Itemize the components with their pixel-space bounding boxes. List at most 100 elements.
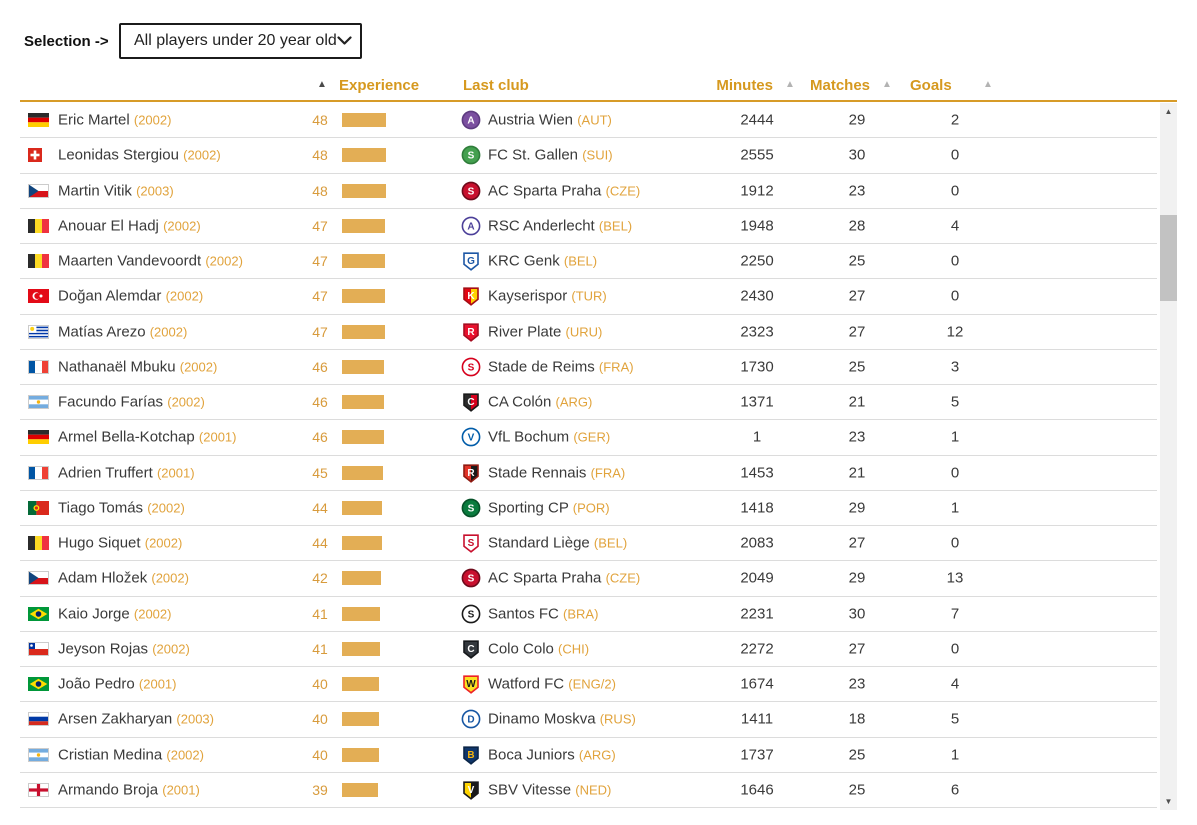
column-header-minutes[interactable]: Minutes <box>712 77 773 94</box>
player-row[interactable]: Nathanaël Mbuku (2002) 46 S Stade de Rei… <box>20 350 1157 385</box>
player-name-cell: Jeyson Rojas (2002) <box>58 640 190 657</box>
experience-value: 46 <box>312 358 328 375</box>
flag-icon <box>28 218 50 233</box>
player-row[interactable]: Adam Hložek (2002) 42 S AC Sparta Praha … <box>20 561 1157 597</box>
player-name: Matías Arezo <box>58 323 146 341</box>
player-row[interactable]: João Pedro (2001) 40 W Watford FC (ENG/2… <box>20 667 1157 703</box>
player-row[interactable]: Maarten Vandevoordt (2002) 47 G KRC Genk… <box>20 244 1157 280</box>
player-row[interactable]: Cristian Medina (2002) 40 B Boca Juniors… <box>20 738 1157 773</box>
player-row[interactable]: Eric Martel (2002) 48 A Austria Wien (AU… <box>20 103 1157 139</box>
player-row[interactable]: Facundo Farías (2002) 46 C CA Colón (ARG… <box>20 385 1157 421</box>
experience-bar <box>342 500 382 515</box>
flag-icon <box>28 324 50 339</box>
player-row[interactable]: Armando Broja (2001) 39 V SBV Vitesse (N… <box>20 773 1157 808</box>
club-name: Stade Rennais <box>488 464 587 482</box>
sort-arrow-minutes-icon[interactable]: ▲ <box>783 79 797 90</box>
column-header-experience[interactable]: Experience <box>339 77 419 94</box>
experience-bar <box>342 782 378 797</box>
player-row[interactable]: Tiago Tomás (2002) 44 S Sporting CP (POR… <box>20 491 1157 526</box>
player-row[interactable]: Anouar El Hadj (2002) 47 A RSC Anderlech… <box>20 209 1157 244</box>
sort-arrow-goals-icon[interactable]: ▲ <box>981 79 995 90</box>
player-row[interactable]: Kaio Jorge (2002) 41 S Santos FC (BRA) 2… <box>20 597 1157 632</box>
player-name-cell: Hugo Siquet (2002) <box>58 535 182 552</box>
experience-value: 41 <box>312 605 328 622</box>
experience-bar <box>342 536 382 551</box>
player-birth-year: (2001) <box>138 676 177 692</box>
club-cell: Dinamo Moskva (RUS) <box>488 711 636 728</box>
club-cell: Santos FC (BRA) <box>488 605 598 622</box>
club-name: Standard Liège <box>488 534 590 552</box>
player-name-cell: Armel Bella-Kotchap (2001) <box>58 429 236 446</box>
player-name-cell: Cristian Medina (2002) <box>58 746 204 763</box>
player-birth-year: (2002) <box>167 394 205 410</box>
player-name-cell: Maarten Vandevoordt (2002) <box>58 253 243 270</box>
player-row[interactable]: Martin Vitik (2003) 48 S AC Sparta Praha… <box>20 174 1157 209</box>
player-row[interactable]: Hugo Siquet (2002) 44 S Standard Liège (… <box>20 526 1157 562</box>
experience-bar <box>342 289 385 304</box>
club-country-code: (AUT) <box>577 112 612 128</box>
matches-value: 25 <box>848 746 866 764</box>
flag-icon <box>28 712 50 727</box>
club-cell: AC Sparta Praha (CZE) <box>488 182 640 199</box>
player-name: Adrien Truffert <box>58 464 153 482</box>
player-name: Eric Martel <box>58 111 130 129</box>
experience-bar <box>342 254 385 269</box>
player-selection-dropdown[interactable]: All players under 20 year old <box>119 23 362 59</box>
flag-icon <box>28 500 50 515</box>
player-row[interactable]: Matías Arezo (2002) 47 R River Plate (UR… <box>20 315 1157 350</box>
club-country-code: (ARG) <box>555 394 593 410</box>
player-row[interactable]: Jeyson Rojas (2002) 41 C Colo Colo (CHI)… <box>20 632 1157 667</box>
club-cell: AC Sparta Praha (CZE) <box>488 570 640 587</box>
experience-bar <box>342 571 381 586</box>
experience-bar <box>342 677 379 692</box>
players-stats-page: Selection -> All players under 20 year o… <box>0 0 1197 825</box>
flag-icon <box>28 395 50 410</box>
column-header-last-club[interactable]: Last club <box>463 77 529 94</box>
minutes-value: 2049 <box>740 569 774 587</box>
experience-value: 40 <box>312 746 328 763</box>
matches-value: 23 <box>848 675 866 693</box>
column-header-goals[interactable]: Goals <box>910 77 952 94</box>
player-name-cell: Armando Broja (2001) <box>58 781 200 798</box>
player-row[interactable]: Arsen Zakharyan (2003) 40 D Dinamo Moskv… <box>20 702 1157 738</box>
svg-text:C: C <box>467 397 474 408</box>
player-name: Maarten Vandevoordt <box>58 252 202 270</box>
player-row[interactable]: Armel Bella-Kotchap (2001) 46 V VfL Boch… <box>20 420 1157 456</box>
svg-text:B: B <box>467 749 474 760</box>
sort-arrow-matches-icon[interactable]: ▲ <box>880 79 894 90</box>
scrollbar-thumb[interactable] <box>1160 215 1177 301</box>
player-row[interactable]: Leonidas Stergiou (2002) 48 S FC St. Gal… <box>20 138 1157 174</box>
experience-value: 47 <box>312 217 328 234</box>
club-logo-icon: V <box>460 780 482 800</box>
minutes-value: 1411 <box>740 710 774 728</box>
vertical-scrollbar[interactable]: ▲ ▼ <box>1160 103 1177 810</box>
player-name: Cristian Medina <box>58 746 163 764</box>
experience-value: 45 <box>312 464 328 481</box>
column-header-matches[interactable]: Matches <box>810 77 870 94</box>
flag-icon <box>28 677 50 692</box>
club-logo-icon: S <box>460 357 482 377</box>
player-row[interactable]: Adrien Truffert (2001) 45 R Stade Rennai… <box>20 456 1157 491</box>
club-logo-icon: A <box>460 110 482 130</box>
player-row[interactable]: Doğan Alemdar (2002) 47 K Kayserispor (T… <box>20 279 1157 315</box>
scroll-down-icon[interactable]: ▼ <box>1160 793 1177 810</box>
svg-text:S: S <box>468 362 475 373</box>
flag-icon <box>28 183 50 198</box>
player-name: Armando Broja <box>58 781 159 799</box>
goals-value: 4 <box>950 217 960 235</box>
scroll-up-icon[interactable]: ▲ <box>1160 103 1177 120</box>
club-logo-icon: K <box>460 286 482 307</box>
player-birth-year: (2002) <box>149 324 188 340</box>
player-birth-year: (2001) <box>162 782 200 798</box>
player-name: Hugo Siquet <box>58 534 141 552</box>
player-name-cell: Arsen Zakharyan (2003) <box>58 711 214 728</box>
club-country-code: (ARG) <box>578 747 616 763</box>
flag-icon <box>28 254 50 269</box>
club-logo-icon: R <box>460 322 482 342</box>
club-country-code: (FRA) <box>590 465 626 481</box>
player-name: Adam Hložek <box>58 569 148 587</box>
sort-arrow-player-icon[interactable]: ▲ <box>315 79 329 90</box>
svg-text:S: S <box>468 609 475 620</box>
flag-icon <box>28 571 50 586</box>
goals-value: 13 <box>946 569 964 587</box>
